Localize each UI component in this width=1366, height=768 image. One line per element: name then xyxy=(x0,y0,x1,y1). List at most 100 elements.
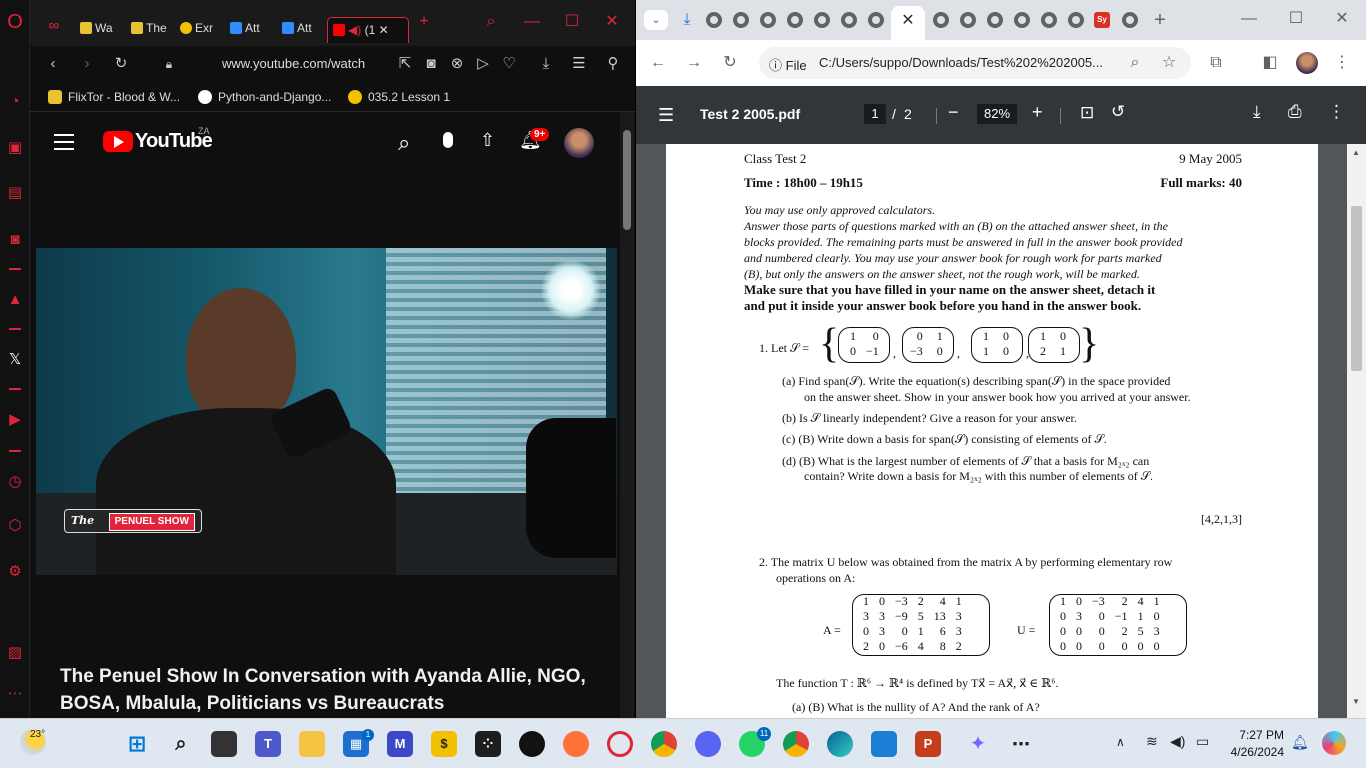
page-number-input[interactable]: 1 xyxy=(864,104,886,124)
minimize-button[interactable]: — xyxy=(1239,9,1259,29)
tab-the[interactable]: The xyxy=(131,16,167,40)
photos-icon[interactable] xyxy=(871,731,897,757)
tab-globe-icon[interactable] xyxy=(733,12,749,28)
tab-att-1[interactable]: Att xyxy=(230,16,268,40)
wifi-icon[interactable]: ≋ xyxy=(1146,733,1158,750)
pdf-more-icon[interactable]: ⋮ xyxy=(1328,102,1345,122)
search-page-icon[interactable]: ⌕ xyxy=(1125,53,1145,73)
github-desktop-icon[interactable] xyxy=(519,731,545,757)
maximize-button[interactable]: ☐ xyxy=(1286,9,1306,29)
games-icon[interactable]: ◙ xyxy=(5,230,25,250)
opera-logo-icon[interactable]: O xyxy=(5,12,25,32)
tab-search-icon[interactable]: ⌄ xyxy=(644,10,668,30)
twitch-icon[interactable]: ▤ xyxy=(5,183,25,203)
avatar[interactable] xyxy=(564,128,594,158)
heart-icon[interactable]: ♡ xyxy=(500,55,518,73)
search-tabs-icon[interactable]: ⌕ xyxy=(479,10,503,34)
tab-globe-icon[interactable] xyxy=(1041,12,1057,28)
print-icon[interactable]: ⎙ xyxy=(1288,102,1302,122)
bookmark-flixtor[interactable]: FlixTor - Blood & W... xyxy=(48,90,180,104)
hamburger-menu-icon[interactable] xyxy=(54,134,74,150)
extensions-icon[interactable]: ⧉ xyxy=(1206,53,1226,73)
copilot-pre-icon[interactable] xyxy=(1322,731,1346,755)
send-icon[interactable]: ⇱ xyxy=(396,55,414,73)
pdf-download-icon[interactable]: ⤓ xyxy=(1253,102,1261,122)
url-field[interactable]: www.youtube.com/watch xyxy=(222,56,365,71)
discord-icon[interactable] xyxy=(695,731,721,757)
back-icon[interactable]: ‹ xyxy=(44,55,62,73)
chrome-taskbar-icon[interactable] xyxy=(651,731,677,757)
scroll-up-icon[interactable]: ▲ xyxy=(1352,148,1360,157)
scroll-thumb[interactable] xyxy=(623,130,631,230)
forward-icon[interactable]: → xyxy=(684,53,704,73)
clock-date[interactable]: 4/26/2024 xyxy=(1222,745,1284,759)
profile-avatar[interactable] xyxy=(1296,52,1318,74)
scroll-thumb[interactable] xyxy=(1351,206,1362,371)
adblock-icon[interactable]: ⊗ xyxy=(448,55,466,73)
figma-icon[interactable]: ⁘ xyxy=(475,731,501,757)
teams-icon[interactable]: T xyxy=(255,731,281,757)
task-view-icon[interactable] xyxy=(211,731,237,757)
gamepad-icon[interactable]: ∞ xyxy=(44,16,64,36)
x-twitter-icon[interactable]: 𝕏 xyxy=(5,350,25,370)
easy-setup-icon[interactable]: ☰ xyxy=(570,55,588,73)
more-apps-icon[interactable]: ⋯ xyxy=(1008,731,1034,757)
cube-icon[interactable]: ⬡ xyxy=(5,516,25,536)
bookmark-lesson[interactable]: 035.2 Lesson 1 xyxy=(348,90,450,104)
profile-icon[interactable]: ⚲ xyxy=(604,55,622,73)
opera-scrollbar[interactable] xyxy=(620,112,634,718)
powerpoint-icon[interactable]: P xyxy=(915,731,941,757)
tab-exr[interactable]: Exr xyxy=(180,16,220,40)
aria-icon[interactable]: ▲ xyxy=(5,290,25,310)
opera-taskbar-icon[interactable] xyxy=(607,731,633,757)
battery-icon[interactable]: ▭ xyxy=(1196,733,1209,750)
tab-youtube-active[interactable]: ◀) (1 ✕ xyxy=(327,17,409,43)
microphone-icon[interactable] xyxy=(443,132,453,148)
new-tab-button[interactable]: + xyxy=(1150,10,1170,30)
tab-globe-icon[interactable] xyxy=(987,12,1003,28)
speed-dial-icon[interactable]: ◔ xyxy=(5,92,25,112)
more-icon[interactable]: ⋯ xyxy=(5,684,25,704)
download-tab-icon[interactable]: ⤓ xyxy=(677,10,697,30)
firefox-icon[interactable] xyxy=(563,731,589,757)
tab-globe-icon[interactable] xyxy=(1068,12,1084,28)
tab-globe-icon[interactable] xyxy=(841,12,857,28)
download-icon[interactable]: ⤓ xyxy=(537,55,555,73)
search-icon[interactable]: ⌕ xyxy=(398,130,410,156)
file-explorer-icon[interactable] xyxy=(299,731,325,757)
tab-globe-icon[interactable] xyxy=(960,12,976,28)
share-icon[interactable]: ▷ xyxy=(474,55,492,73)
copilot-icon[interactable]: ✦ xyxy=(965,731,991,757)
windows-start-icon[interactable]: ⊞ xyxy=(124,731,150,757)
chrome-profile-icon[interactable] xyxy=(783,731,809,757)
pdf-scrollbar[interactable]: ▲ ▼ xyxy=(1347,144,1366,718)
pdf-viewport[interactable]: Class Test 2 9 May 2005 Time : 18h00 – 1… xyxy=(636,144,1366,718)
minimize-button[interactable]: — xyxy=(520,10,544,34)
close-window-button[interactable]: ✕ xyxy=(600,10,624,34)
forward-icon[interactable]: › xyxy=(78,55,96,73)
pdf-menu-icon[interactable]: ☰ xyxy=(658,105,674,126)
new-tab-button[interactable]: + xyxy=(412,10,436,34)
tab-sy-icon[interactable]: Sy xyxy=(1094,12,1110,28)
tab-globe-icon[interactable] xyxy=(933,12,949,28)
video-player[interactable]: The PENUEL SHOW xyxy=(36,248,617,575)
maximize-button[interactable]: ☐ xyxy=(560,10,584,34)
side-panel-icon[interactable]: ◧ xyxy=(1260,53,1280,73)
volume-icon[interactable]: ◀) xyxy=(1170,733,1185,750)
scroll-down-icon[interactable]: ▼ xyxy=(1352,697,1360,706)
video-title[interactable]: The Penuel Show In Conversation with Aya… xyxy=(60,663,600,717)
menu-kebab-icon[interactable]: ⋮ xyxy=(1332,53,1352,73)
active-tab-close-icon[interactable]: ✕ xyxy=(891,6,925,40)
shopping-bag-icon[interactable]: ▣ xyxy=(5,138,25,158)
clock-time[interactable]: 7:27 PM xyxy=(1230,728,1284,742)
tab-globe-icon[interactable] xyxy=(1122,12,1138,28)
rotate-icon[interactable]: ↺ xyxy=(1111,102,1125,122)
back-icon[interactable]: ← xyxy=(648,53,668,73)
edge-icon[interactable] xyxy=(827,731,853,757)
tab-att-2[interactable]: Att xyxy=(282,16,320,40)
camera-icon[interactable]: ◙ xyxy=(422,55,440,73)
tab-globe-icon[interactable] xyxy=(787,12,803,28)
notification-bell-icon[interactable]: 🔔︎ xyxy=(1291,734,1309,751)
tab-globe-icon[interactable] xyxy=(868,12,884,28)
search-icon[interactable]: ⌕ xyxy=(168,731,194,757)
